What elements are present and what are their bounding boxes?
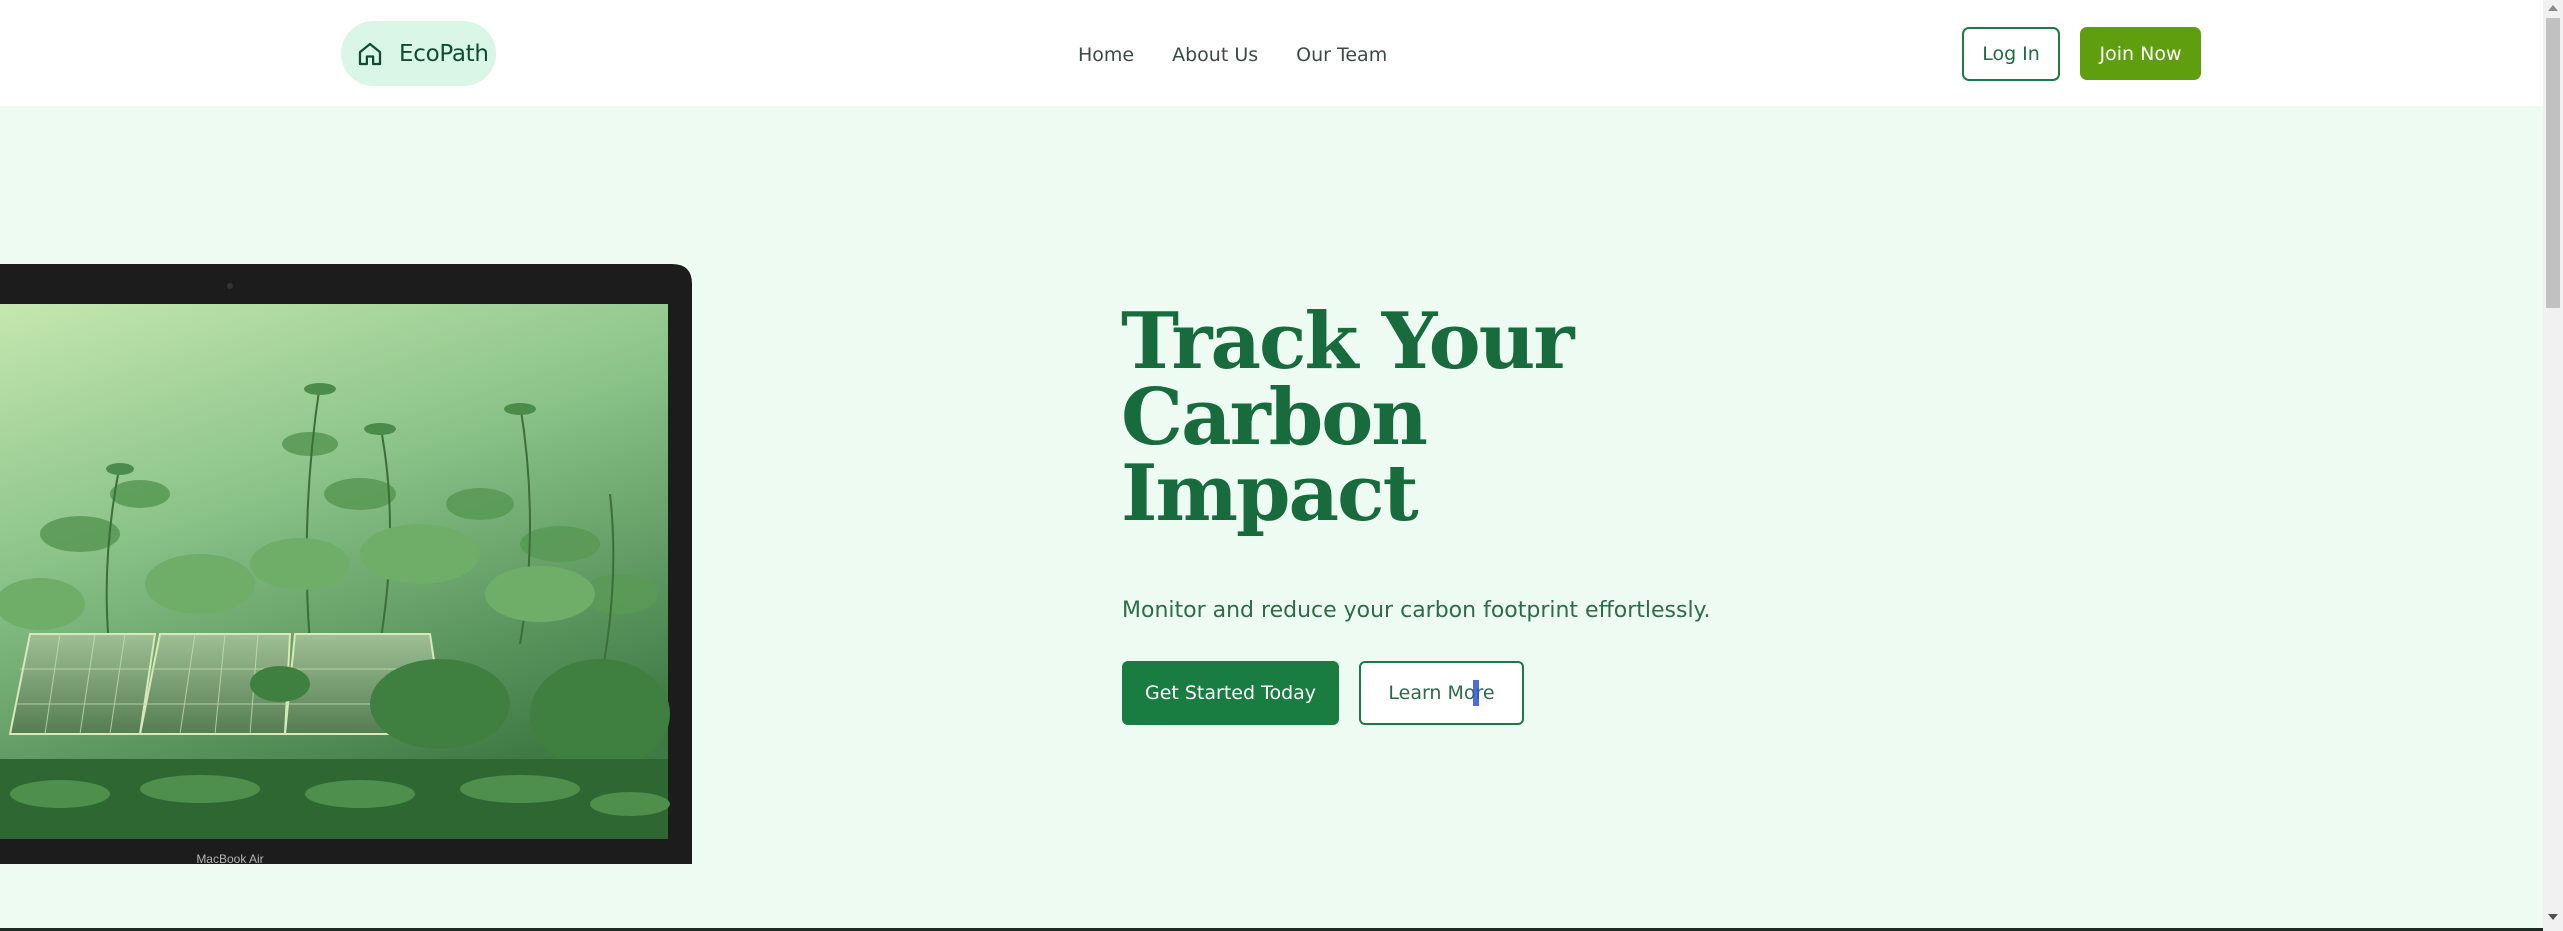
join-now-button[interactable]: Join Now — [2080, 27, 2201, 80]
laptop-hero-image: MacBook Air — [0, 264, 692, 864]
site-header: EcoPath Home About Us Our Team Log In Jo… — [0, 0, 2543, 106]
nav-link-about-us[interactable]: About Us — [1172, 40, 1258, 70]
vertical-scrollbar[interactable] — [2543, 0, 2563, 931]
hero-subtitle: Monitor and reduce your carbon footprint… — [1122, 598, 1711, 623]
scroll-up-arrow-icon[interactable] — [2548, 5, 2558, 11]
hero-title: Track Your Carbon Impact — [1121, 303, 1881, 533]
brand-logo[interactable]: EcoPath — [341, 21, 496, 86]
brand-name: EcoPath — [399, 40, 489, 67]
nav-link-home[interactable]: Home — [1078, 40, 1134, 70]
get-started-button[interactable]: Get Started Today — [1122, 661, 1339, 725]
learn-more-button[interactable]: Learn More — [1359, 661, 1524, 725]
device-label: MacBook Air — [196, 852, 263, 864]
hero-title-line-2: Impact — [1121, 448, 1419, 539]
hero-title-line-1: Track Your Carbon — [1121, 296, 1574, 463]
text-cursor — [1473, 680, 1479, 706]
login-button[interactable]: Log In — [1962, 27, 2060, 81]
home-icon — [358, 42, 382, 65]
scrollbar-thumb[interactable] — [2546, 18, 2560, 308]
scroll-down-arrow-icon[interactable] — [2548, 914, 2558, 920]
nav-link-our-team[interactable]: Our Team — [1296, 40, 1387, 70]
main-nav: Home About Us Our Team — [1078, 40, 1387, 70]
